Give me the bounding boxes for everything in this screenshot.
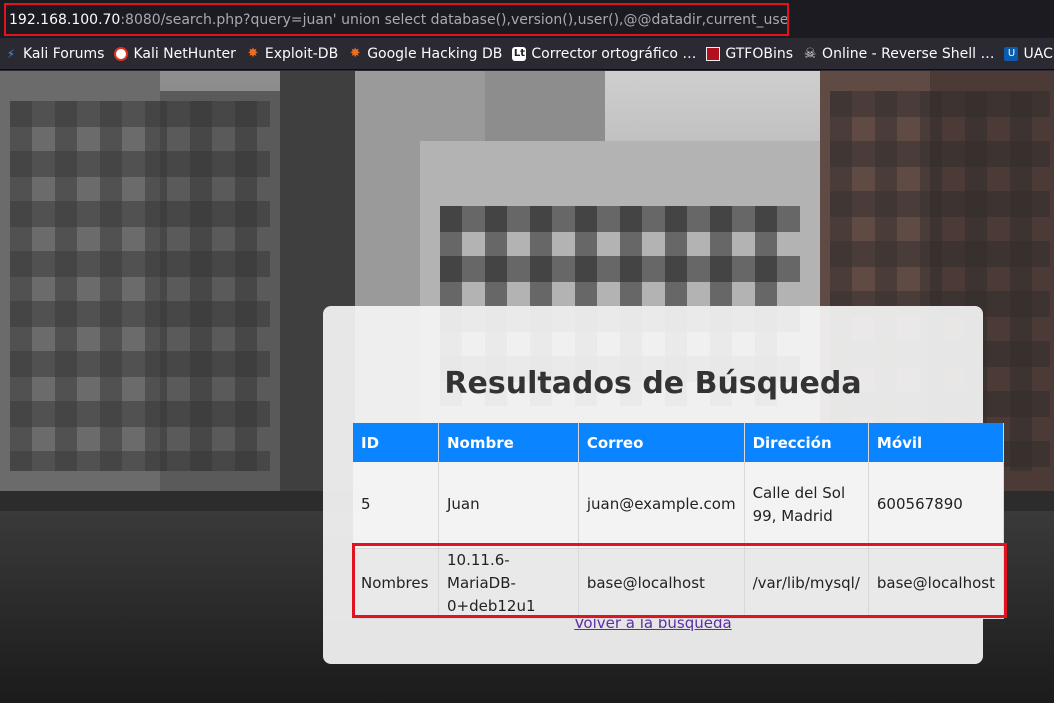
column-header-direccion: Dirección bbox=[744, 423, 869, 462]
bookmark-label: Kali NetHunter bbox=[133, 45, 236, 62]
url-path-query: :8080/search.php?query=juan' union selec… bbox=[120, 11, 789, 28]
nethunter-icon bbox=[114, 46, 129, 61]
cell-correo: base@localhost bbox=[578, 548, 745, 619]
uac-icon: U bbox=[1004, 46, 1019, 61]
cell-movil: 600567890 bbox=[868, 462, 1005, 549]
table-row: Nombres 10.11.6-MariaDB-0+deb12u1 base@l… bbox=[353, 548, 1005, 619]
cell-movil: base@localhost bbox=[868, 548, 1005, 619]
kali-icon: ⚡ bbox=[6, 46, 16, 61]
bookmark-reverse-shell[interactable]: ☠ Online - Reverse Shell … bbox=[799, 42, 1000, 66]
cell-id: Nombres bbox=[353, 548, 439, 619]
windows bbox=[10, 101, 270, 471]
bookmark-exploit-db[interactable]: ✸ Exploit-DB bbox=[242, 42, 344, 66]
skull-icon: ☠ bbox=[803, 45, 817, 62]
bookmark-google-hacking-db[interactable]: ✸ Google Hacking DB bbox=[344, 42, 508, 66]
column-header-id: ID bbox=[353, 423, 439, 462]
table-header-row: ID Nombre Correo Dirección Móvil bbox=[353, 423, 1005, 462]
exploit-db-icon: ✸ bbox=[247, 46, 259, 61]
column-header-correo: Correo bbox=[578, 423, 745, 462]
cell-direccion: Calle del Sol 99, Madrid bbox=[744, 462, 869, 549]
table-row: 5 Juan juan@example.com Calle del Sol 99… bbox=[353, 462, 1005, 549]
address-bar[interactable]: 192.168.100.70:8080/search.php?query=jua… bbox=[4, 3, 789, 36]
cell-direccion: /var/lib/mysql/ bbox=[744, 548, 869, 619]
bookmark-label: Online - Reverse Shell … bbox=[822, 45, 995, 62]
bookmark-corrector[interactable]: Lt Corrector ortográfico … bbox=[508, 42, 702, 66]
bookmark-label: Google Hacking DB bbox=[367, 45, 503, 62]
bookmark-label: Exploit-DB bbox=[264, 45, 339, 62]
bookmark-kali-forums[interactable]: ⚡ Kali Forums bbox=[0, 42, 110, 66]
corrector-icon: Lt bbox=[512, 46, 527, 61]
browser-toolbar: 192.168.100.70:8080/search.php?query=jua… bbox=[0, 0, 1054, 38]
bookmark-gtfobins[interactable]: GTFOBins bbox=[702, 42, 799, 66]
bookmark-uac-bypass[interactable]: U UAC Bypa bbox=[1000, 42, 1054, 66]
cell-nombre: Juan bbox=[438, 462, 579, 549]
cell-nombre: 10.11.6-MariaDB-0+deb12u1 bbox=[438, 548, 579, 619]
column-header-movil: Móvil bbox=[868, 423, 1005, 462]
bookmarks-toolbar: ⚡ Kali Forums Kali NetHunter ✸ Exploit-D… bbox=[0, 38, 1054, 70]
bookmark-kali-nethunter[interactable]: Kali NetHunter bbox=[110, 42, 241, 66]
building-roof bbox=[485, 71, 605, 146]
ghdb-icon: ✸ bbox=[349, 46, 361, 61]
page-title: Resultados de Búsqueda bbox=[444, 366, 862, 401]
results-table: ID Nombre Correo Dirección Móvil 5 Juan … bbox=[353, 423, 1005, 619]
gtfobins-icon bbox=[706, 46, 721, 61]
bookmark-label: Corrector ortográfico … bbox=[531, 45, 697, 62]
bookmark-label: Kali Forums bbox=[23, 45, 105, 62]
bookmark-label: UAC Bypa bbox=[1023, 45, 1054, 62]
cell-correo: juan@example.com bbox=[578, 462, 745, 549]
column-header-nombre: Nombre bbox=[438, 423, 579, 462]
bookmark-label: GTFOBins bbox=[725, 45, 794, 62]
url-host: 192.168.100.70 bbox=[9, 11, 121, 28]
cell-id: 5 bbox=[353, 462, 439, 549]
